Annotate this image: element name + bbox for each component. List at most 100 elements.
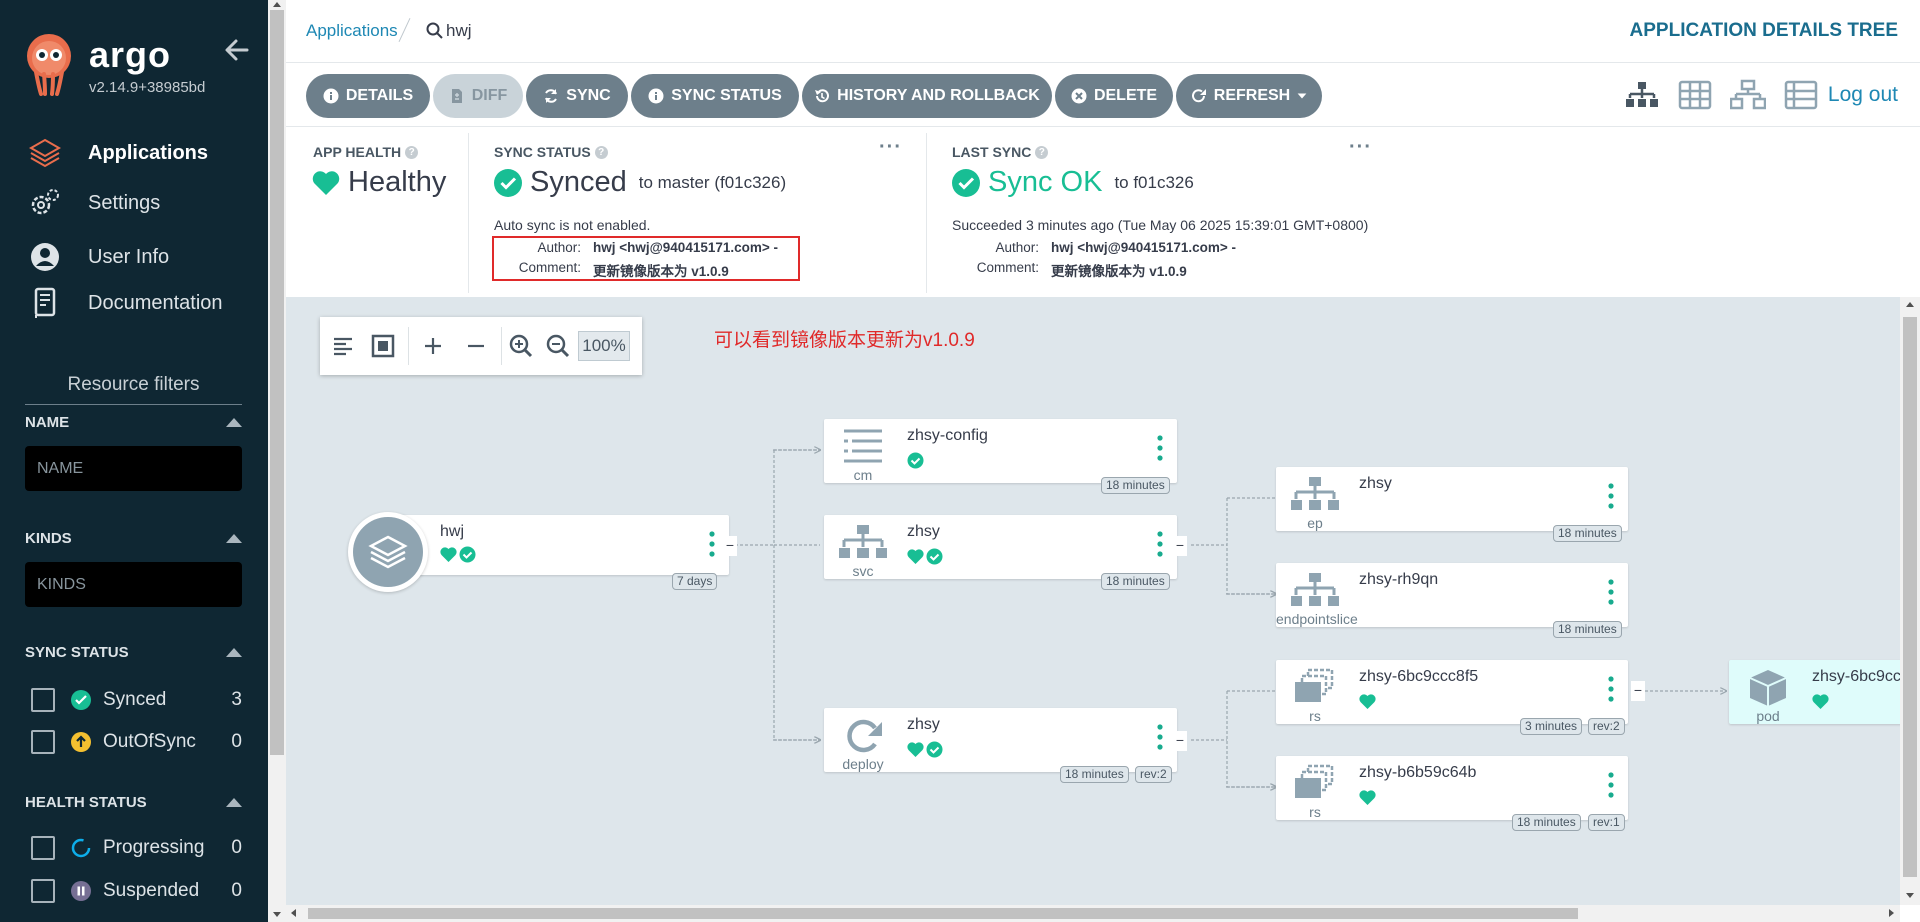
scroll-left-arrow-icon[interactable] [291,909,296,917]
collapse-sidebar-arrow-icon[interactable] [223,36,251,64]
diff-button[interactable]: DIFF [433,74,523,118]
minus-icon[interactable] [461,331,491,361]
node-kind: cm [853,467,873,483]
question-circle-icon[interactable]: ? [1035,145,1049,159]
button-label: DELETE [1093,87,1158,104]
kebab-menu-icon[interactable] [1608,577,1614,607]
details-button[interactable]: DETAILS [306,74,430,118]
kebab-menu-icon[interactable] [1157,433,1163,463]
filter-label: Synced [103,689,167,710]
align-left-icon[interactable] [328,331,358,361]
kebab-menu-icon[interactable] [1608,770,1614,800]
sync-status-more-icon[interactable]: ··· [879,136,902,159]
node-pod[interactable]: pod zhsy-6bc9ccc8f5-xxxxx [1729,660,1900,724]
nav-applications[interactable]: Applications [28,136,208,170]
zoom-level[interactable]: 100% [578,331,630,361]
node-endpoints[interactable]: ep zhsy [1276,467,1628,531]
scrollbar-thumb[interactable] [308,908,1578,919]
canvas-horizontal-scrollbar[interactable] [286,905,1900,922]
sync-icon [545,89,558,103]
last-sync-value: Sync OK to f01c326 [952,166,1194,199]
network-view-icon[interactable] [1730,79,1766,111]
question-circle-icon[interactable]: ? [594,145,608,159]
refresh-button[interactable]: REFRESH [1176,74,1322,118]
scrollbar-thumb[interactable] [270,10,284,755]
name-filter-input[interactable] [25,446,242,491]
kebab-menu-icon[interactable] [1608,674,1614,704]
scroll-up-arrow-icon[interactable] [273,2,281,7]
resource-tree-canvas[interactable]: 100% 可以看到镜像版本更新为v1.0.9 hwj 7 days − cm z… [286,297,1900,905]
zoom-in-icon[interactable] [506,331,536,361]
sidebar-scrollbar[interactable] [268,0,286,922]
kinds-filter-input[interactable] [25,562,242,607]
age-tag: 18 minutes [1101,573,1170,590]
caret-up-icon[interactable] [226,534,242,543]
node-kind: pod [1756,708,1780,724]
zoom-out-icon[interactable] [543,331,573,361]
filter-suspended[interactable]: Suspended 0 [31,879,242,903]
fit-to-screen-icon[interactable] [368,331,398,361]
caret-up-icon[interactable] [226,418,242,427]
filter-synced[interactable]: Synced 3 [31,688,242,712]
annotation-highlight-box [492,236,800,281]
checkbox[interactable] [31,879,55,903]
caret-up-icon[interactable] [226,798,242,807]
last-sync-more-icon[interactable]: ··· [1349,136,1372,159]
scroll-up-arrow-icon[interactable] [1906,302,1914,307]
kebab-menu-icon[interactable] [1157,529,1163,559]
grid-view-icon[interactable] [1677,79,1713,111]
name-filter-header[interactable]: NAME [25,414,242,431]
kebab-menu-icon[interactable] [709,529,715,559]
sync-status-filter-header[interactable]: SYNC STATUS [25,644,242,661]
collapse-toggle[interactable]: − [1631,681,1645,701]
search-icon[interactable] [426,22,443,39]
filter-label: Suspended [103,880,200,901]
age-tag: 18 minutes [1512,814,1581,831]
history-and-rollback-button[interactable]: HISTORY AND ROLLBACK [802,74,1052,118]
check-circle-icon [907,452,924,469]
node-endpointslice[interactable]: endpointslice zhsy-rh9qn [1276,563,1628,627]
sync-button[interactable]: SYNC [526,74,628,118]
app-node-icon-circle[interactable] [348,512,428,592]
filter-out-of-sync[interactable]: OutOfSync 0 [31,730,242,754]
filter-count: 0 [231,880,242,901]
collapse-toggle[interactable]: − [723,536,737,556]
collapse-toggle[interactable]: − [1173,731,1187,751]
kebab-menu-icon[interactable] [1157,722,1163,752]
nav-documentation[interactable]: Documentation [28,286,223,320]
node-deployment[interactable]: deploy zhsy [824,708,1177,772]
kinds-filter-header[interactable]: KINDS [25,530,242,547]
checkbox[interactable] [31,688,55,712]
scroll-right-arrow-icon[interactable] [1889,909,1894,917]
checkbox[interactable] [31,836,55,860]
collapse-toggle[interactable]: − [1173,536,1187,556]
node-replicaset-previous[interactable]: rs zhsy-b6b59c64b [1276,756,1628,820]
nav-settings[interactable]: Settings [28,186,160,220]
app-node-hwj[interactable]: hwj [388,515,729,575]
sync-status-button[interactable]: SYNC STATUS [631,74,799,118]
node-service[interactable]: svc zhsy [824,515,1177,579]
argo-logo-icon[interactable] [22,32,76,96]
canvas-vertical-scrollbar[interactable] [1900,297,1920,905]
app-health-value: Healthy [312,166,446,199]
caret-up-icon[interactable] [226,648,242,657]
delete-button[interactable]: DELETE [1055,74,1173,118]
node-kind: svc [852,563,874,579]
scroll-down-arrow-icon[interactable] [273,912,281,917]
checkbox[interactable] [31,730,55,754]
health-status-filter-header[interactable]: HEALTH STATUS [25,794,242,811]
filter-progressing[interactable]: Progressing 0 [31,836,242,860]
node-configmap[interactable]: cm zhsy-config [824,419,1177,483]
nav-user-info[interactable]: User Info [28,240,169,274]
kebab-menu-icon[interactable] [1608,481,1614,511]
node-replicaset-current[interactable]: rs zhsy-6bc9ccc8f5 [1276,660,1628,724]
plus-icon[interactable] [418,331,448,361]
breadcrumb-applications[interactable]: Applications [306,21,398,41]
sync-status-label: SYNC STATUS? [494,144,608,160]
scroll-down-arrow-icon[interactable] [1906,893,1914,898]
logout-link[interactable]: Log out [1828,83,1898,107]
scrollbar-thumb[interactable] [1903,317,1917,877]
question-circle-icon[interactable]: ? [405,145,419,159]
tree-view-icon[interactable] [1624,79,1660,111]
list-view-icon[interactable] [1783,79,1819,111]
